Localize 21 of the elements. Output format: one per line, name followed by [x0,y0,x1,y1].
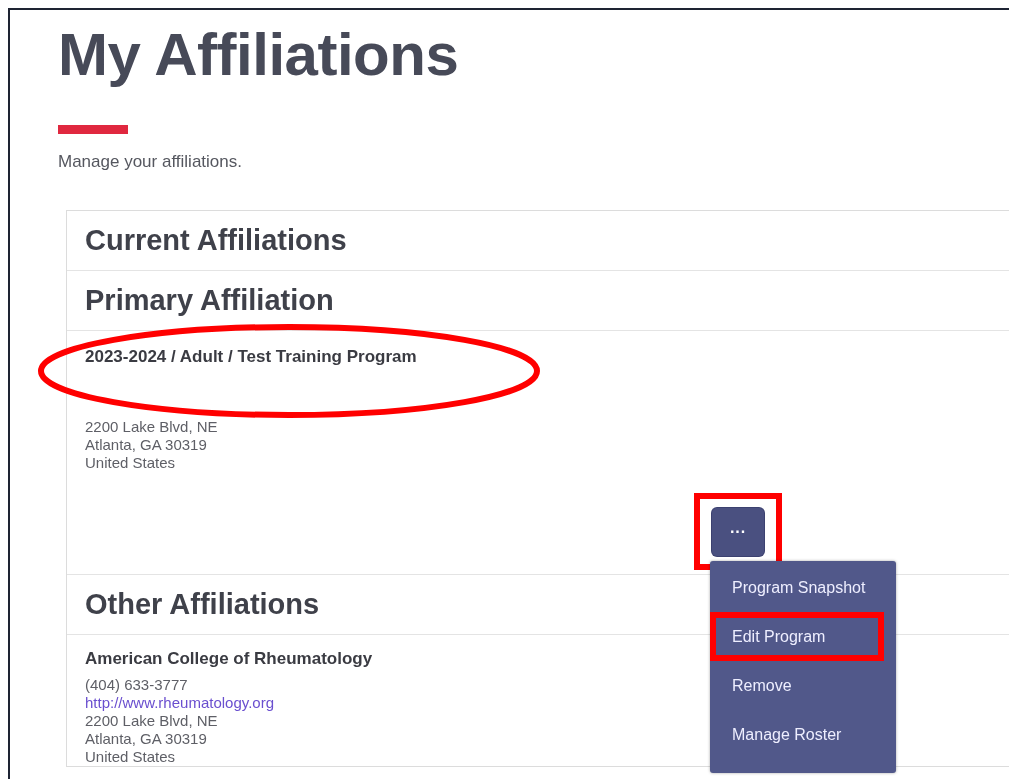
address-line: United States [85,454,176,472]
address-line: Atlanta, GA 30319 [85,730,207,748]
menu-item[interactable]: Remove [716,676,792,695]
menu-item[interactable]: Program Snapshot [716,578,866,597]
organization-name: American College of Rheumatology [85,649,373,669]
address-line: United States [85,748,176,766]
address-line: Atlanta, GA 30319 [85,436,207,454]
section-heading: Current Affiliations [85,224,347,257]
menu-item[interactable]: Edit Program [716,627,826,646]
program-name: 2023-2024 / Adult / Test Training Program [85,347,417,367]
section-heading: Primary Affiliation [85,284,334,317]
website-link[interactable]: http://www.rheumatology.org [85,694,274,712]
address-line: 2200 Lake Blvd, NE [85,418,218,436]
accent-bar [58,125,128,134]
phone-number: (404) 633-3777 [85,676,188,694]
address-line: 2200 Lake Blvd, NE [85,712,218,730]
page-title: My Affiliations [58,20,460,90]
page-subtitle: Manage your affiliations. [58,152,243,172]
menu-item[interactable]: Manage Roster [716,725,842,744]
section-heading: Other Affiliations [85,588,320,621]
more-button[interactable]: ··· [712,508,764,556]
